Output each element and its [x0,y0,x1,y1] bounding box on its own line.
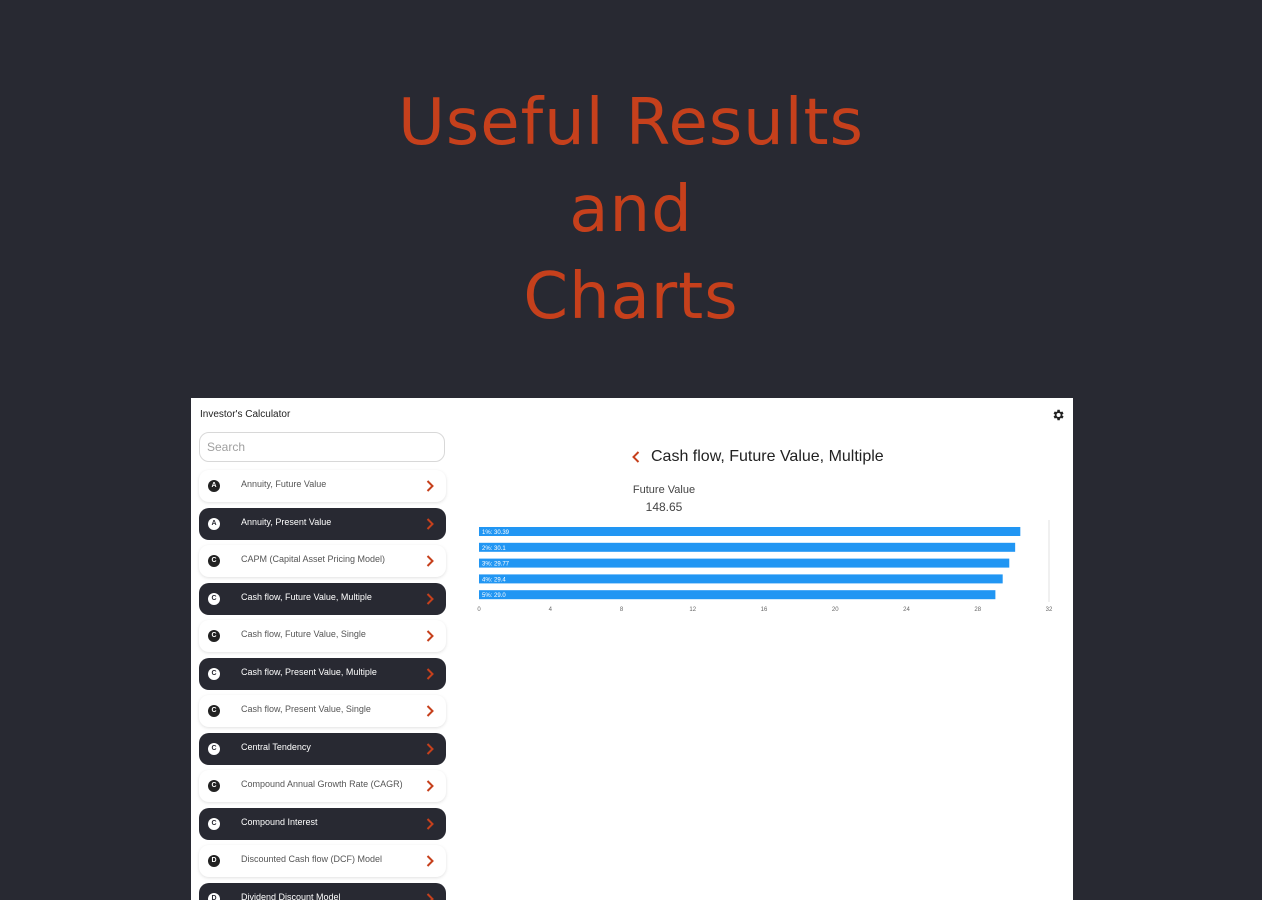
chart-bar-label: 4%: 29.4 [482,577,506,583]
x-tick-label: 8 [620,607,624,613]
chart-bar-label: 3%: 29.77 [482,562,510,568]
list-item[interactable]: D Discounted Cash flow (DCF) Model [199,845,446,877]
list-item-label: Annuity, Future Value [241,479,327,489]
app-window: Investor's Calculator A Annuity, Future V… [191,398,1073,900]
letter-badge-icon: C [208,817,220,830]
list-item[interactable]: C Compound Interest [199,807,446,840]
promo-heading-line-2: and [569,173,693,247]
list-item-label: Compound Annual Growth Rate (CAGR) [241,779,403,789]
result-value: 148.65 [645,500,683,514]
x-tick-label: 16 [761,607,768,613]
chevron-right-icon [426,667,434,680]
x-tick-label: 28 [974,607,981,613]
list-item-label: Discounted Cash flow (DCF) Model [241,854,383,864]
calculator-list: A Annuity, Future Value A Annuity, Present … [199,470,449,900]
list-item[interactable]: C CAPM (Capital Asset Pricing Model) [199,545,446,577]
chevron-right-icon [426,630,434,642]
list-item-label: Dividend Discount Model [241,891,341,900]
list-item-label: Central Tendency [241,741,311,752]
list-item[interactable]: C Compound Annual Growth Rate (CAGR) [199,770,446,802]
chart-bar-label: 1%: 30.39 [482,530,510,536]
result-label: Future Value [632,484,696,496]
search-input[interactable] [199,432,445,462]
promo-heading: Useful Results and Charts [0,80,1262,341]
list-item-label: Cash flow, Future Value, Multiple [241,591,372,602]
chevron-right-icon [426,742,434,755]
letter-badge-icon: A [208,517,220,530]
letter-badge-icon: C [208,630,220,642]
list-item[interactable]: C Cash flow, Present Value, Single [199,695,446,727]
list-item[interactable]: C Cash flow, Present Value, Multiple [199,657,446,690]
gear-icon[interactable] [1051,408,1065,422]
list-item[interactable]: D Dividend Discount Model [199,882,446,900]
chevron-right-icon [426,480,434,492]
list-item-label: CAPM (Capital Asset Pricing Model) [241,554,386,564]
list-item[interactable]: A Annuity, Future Value [199,470,446,502]
list-item[interactable]: A Annuity, Present Value [199,507,446,540]
chart-bar-label: 2%: 30.1 [482,546,506,552]
list-item-label: Compound Interest [241,816,318,827]
list-item[interactable]: C Cash flow, Future Value, Single [199,620,446,652]
chart-bar-label: 5%: 29.0 [482,593,506,599]
x-tick-label: 12 [689,607,696,613]
bar-chart: 1%: 30.39 2%: 30.1 3%: 29.77 4%: 29.4 5%: 29… [477,520,1053,613]
panel-title: Cash flow, Future Value, Multiple [651,448,884,465]
chart-bar [479,527,1021,536]
list-item-label: Cash flow, Future Value, Single [241,629,366,639]
chart-bar [479,558,1010,568]
list-item-label: Cash flow, Present Value, Multiple [241,666,377,677]
list-item[interactable]: C Central Tendency [199,732,446,765]
x-tick-label: 4 [549,607,553,613]
x-tick-label: 32 [1046,607,1053,613]
list-item[interactable]: C Cash flow, Future Value, Multiple [199,582,446,615]
list-item-label: Annuity, Present Value [241,516,332,527]
chart-bar [479,590,996,600]
chevron-right-icon [426,780,434,792]
chevron-right-icon [426,855,434,867]
x-tick-label: 24 [903,607,910,613]
letter-badge-icon: C [208,667,220,680]
chart-bar [479,574,1003,584]
promo-heading-line-1: Useful Results [398,86,864,160]
chevron-right-icon [426,555,434,567]
x-tick-label: 0 [477,607,481,613]
x-tick-label: 20 [832,607,839,613]
letter-badge-icon: C [208,705,220,717]
chevron-right-icon [426,517,434,530]
letter-badge-icon: A [208,480,220,492]
app-title: Investor's Calculator [200,409,291,420]
chevron-right-icon [426,592,434,605]
chevron-left-icon[interactable] [631,450,641,464]
chevron-right-icon [426,817,434,830]
list-item-label: Cash flow, Present Value, Single [241,704,371,714]
panel-header: Cash flow, Future Value, Multiple [621,446,921,468]
letter-badge-icon: C [208,592,220,605]
letter-badge-icon: C [208,742,220,755]
chevron-right-icon [426,705,434,717]
letter-badge-icon: D [208,855,220,867]
letter-badge-icon: C [208,555,220,567]
letter-badge-icon: D [208,892,220,900]
letter-badge-icon: C [208,780,220,792]
chart-bar [479,542,1016,552]
chevron-right-icon [426,892,434,900]
promo-heading-line-3: Charts [523,260,739,334]
